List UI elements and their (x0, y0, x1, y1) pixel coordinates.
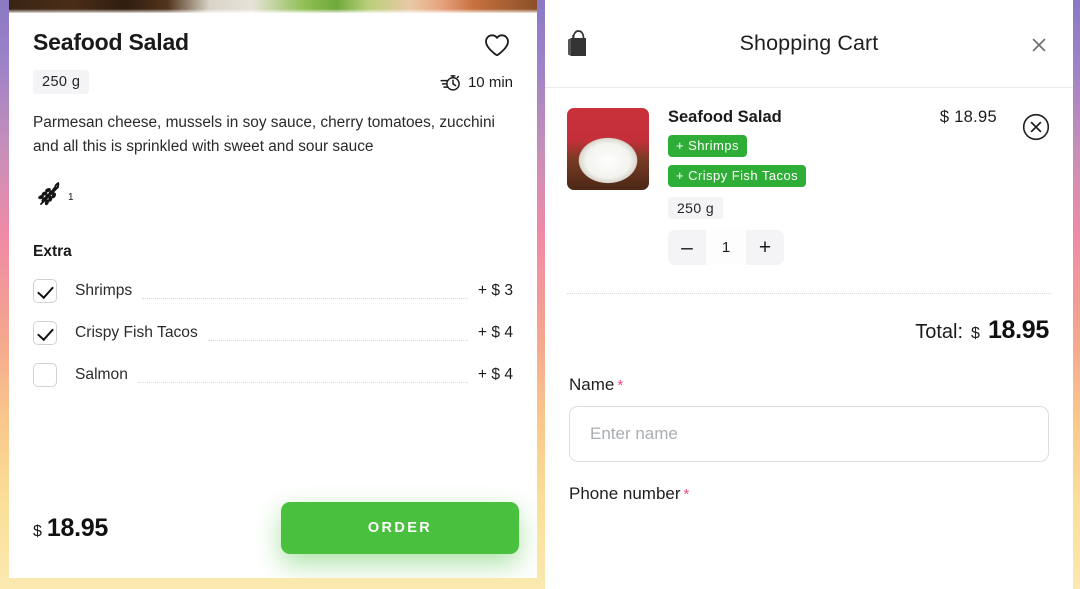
extra-option-shrimps[interactable]: Shrimps + $ 3 (33, 270, 513, 312)
required-asterisk: * (617, 377, 624, 394)
quantity-stepper: – 1 + (668, 230, 784, 265)
cart-item-weight: 250 g (668, 197, 724, 219)
extra-label: Shrimps (75, 282, 133, 299)
name-field-label: Name * (569, 375, 623, 394)
close-glyph (1032, 38, 1046, 52)
extra-heading: Extra (33, 243, 72, 260)
cart-header: Shopping Cart (545, 0, 1073, 88)
cart-item-addons: + Shrimps + Crispy Fish Tacos (668, 127, 1051, 187)
remove-item-icon[interactable] (1021, 112, 1051, 142)
leader-dots (142, 297, 468, 299)
product-price: $ 18.95 (33, 514, 108, 543)
allergen-row: 1 (33, 178, 513, 212)
product-description: Parmesan cheese, mussels in soy sauce, c… (33, 114, 495, 155)
phone-field-label: Phone number * (569, 484, 1049, 504)
leader-dots (207, 339, 468, 341)
total-label: Total: (915, 321, 964, 343)
cart-item-price: $ 18.95 (939, 108, 997, 126)
price-value: 18.95 (46, 513, 108, 542)
extra-price: + $ 4 (477, 324, 513, 341)
order-button[interactable]: ORDER (281, 502, 519, 554)
close-icon[interactable] (1029, 35, 1049, 55)
app-root: Seafood Salad 250 g 10 min Parmesan chee… (0, 0, 1080, 589)
cook-time-label: 10 min (467, 73, 513, 91)
extra-label: Crispy Fish Tacos (75, 324, 198, 341)
name-input[interactable] (569, 406, 1049, 462)
extras-list: Shrimps + $ 3 Crispy Fish Tacos + $ 4 Sa… (33, 270, 513, 396)
allergen-number: 1 (68, 192, 74, 203)
bag-glyph (568, 30, 586, 56)
product-title-row: Seafood Salad (33, 29, 513, 60)
cart-item-top: Seafood Salad $ 18.95 (668, 108, 1051, 127)
cart-divider (567, 293, 1051, 294)
cart-total-row: Total: $ 18.95 (545, 316, 1073, 345)
extra-label: Salmon (75, 366, 128, 383)
circle-x-glyph (1022, 113, 1050, 141)
stopwatch-icon (440, 75, 460, 91)
product-footer: $ 18.95 ORDER (33, 502, 519, 554)
cart-title: Shopping Cart (739, 31, 879, 55)
price-currency: $ (33, 522, 42, 540)
required-asterisk: * (683, 486, 690, 503)
product-meta-row: 250 g 10 min (33, 70, 513, 94)
checkbox-crispy-fish-tacos[interactable] (33, 321, 57, 345)
checkout-form: Name* Phone number* (545, 345, 1073, 504)
checkbox-shrimps[interactable] (33, 279, 57, 303)
shopping-bag-icon (565, 27, 593, 59)
leader-dots (137, 381, 468, 383)
wheat-allergen-icon (38, 181, 60, 206)
increase-quantity-button[interactable]: + (746, 230, 784, 265)
total-value: 18.95 (987, 316, 1049, 344)
name-label-text: Name (569, 375, 615, 394)
extra-price: + $ 4 (477, 366, 513, 383)
quantity-value: 1 (706, 230, 746, 265)
product-content: Seafood Salad 250 g 10 min Parmesan chee… (9, 13, 537, 578)
page-title: Seafood Salad (33, 29, 189, 55)
heart-icon (485, 34, 509, 57)
addon-tag: + Crispy Fish Tacos (668, 165, 807, 187)
extra-option-crispy-fish-tacos[interactable]: Crispy Fish Tacos + $ 4 (33, 312, 513, 354)
cart-item-name: Seafood Salad (668, 108, 782, 126)
extra-option-salmon[interactable]: Salmon + $ 4 (33, 354, 513, 396)
checkbox-salmon[interactable] (33, 363, 57, 387)
total-currency: $ (971, 325, 980, 342)
extra-price: + $ 3 (477, 282, 513, 299)
shopping-cart-panel: Shopping Cart Seafood Salad $ 18.95 + Sh… (545, 0, 1073, 589)
phone-label-text: Phone number (569, 484, 681, 503)
favorite-button[interactable] (481, 30, 513, 60)
product-detail-panel: Seafood Salad 250 g 10 min Parmesan chee… (9, 0, 537, 578)
product-hero-image (9, 0, 537, 13)
decrease-quantity-button[interactable]: – (668, 230, 706, 265)
addon-tag: + Shrimps (668, 135, 747, 157)
cart-item-thumbnail (567, 108, 649, 190)
weight-badge: 250 g (33, 70, 90, 94)
cart-item-info: Seafood Salad $ 18.95 + Shrimps + Crispy… (668, 108, 1051, 265)
cart-item-row: Seafood Salad $ 18.95 + Shrimps + Crispy… (545, 88, 1073, 265)
cook-time: 10 min (440, 72, 513, 92)
